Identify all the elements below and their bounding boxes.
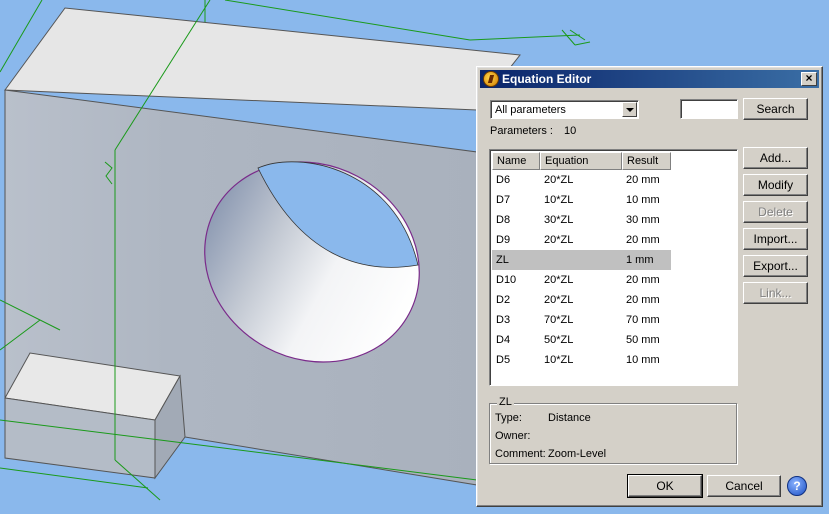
import-button[interactable]: Import... — [743, 228, 808, 250]
delete-button[interactable]: Delete — [743, 201, 808, 223]
add-button[interactable]: Add... — [743, 147, 808, 169]
cell-name: D5 — [496, 354, 511, 366]
cell-equation: 30*ZL — [544, 214, 574, 226]
cell-equation: 20*ZL — [544, 274, 574, 286]
parameters-count: 10 — [564, 125, 577, 137]
cell-name: D10 — [496, 274, 517, 286]
column-header-result[interactable]: Result — [622, 152, 671, 170]
parameters-label: Parameters : — [490, 125, 553, 137]
parameter-filter-dropdown[interactable]: All parameters — [490, 100, 639, 119]
cell-name: D6 — [496, 174, 511, 186]
cell-result: 20 mm — [626, 174, 660, 186]
detail-comment: Comment: Zoom-Level — [495, 448, 606, 460]
cell-result: 70 mm — [626, 314, 660, 326]
app-logo-icon — [483, 71, 499, 87]
parameters-table[interactable]: Name Equation Result D6 20*ZL 20 mm D7 1… — [489, 149, 738, 386]
cell-result: 20 mm — [626, 274, 660, 286]
cell-result: 1 mm — [626, 254, 654, 266]
comment-label: Comment: — [495, 448, 546, 460]
modify-button[interactable]: Modify — [743, 174, 808, 196]
column-header-equation[interactable]: Equation — [540, 152, 622, 170]
cell-result: 20 mm — [626, 234, 660, 246]
cell-result: 10 mm — [626, 194, 660, 206]
cell-result: 30 mm — [626, 214, 660, 226]
cell-result: 20 mm — [626, 294, 660, 306]
chevron-down-icon[interactable] — [622, 102, 637, 117]
cell-equation: 20*ZL — [544, 294, 574, 306]
table-row[interactable]: D7 10*ZL 10 mm — [492, 190, 671, 210]
table-row[interactable]: D10 20*ZL 20 mm — [492, 270, 671, 290]
ok-button[interactable]: OK — [627, 474, 703, 498]
table-body: D6 20*ZL 20 mm D7 10*ZL 10 mm D8 30*ZL 3… — [492, 170, 671, 370]
column-header-name[interactable]: Name — [492, 152, 540, 170]
details-legend: ZL — [497, 396, 514, 408]
search-input[interactable] — [680, 99, 738, 119]
help-icon[interactable]: ? — [787, 476, 807, 496]
table-row-selected[interactable]: ZL 1 mm — [492, 250, 671, 270]
cell-equation: 50*ZL — [544, 334, 574, 346]
equation-editor-dialog: Equation Editor × All parameters Search … — [476, 66, 823, 507]
cell-name: D2 — [496, 294, 511, 306]
export-button[interactable]: Export... — [743, 255, 808, 277]
type-value: Distance — [548, 412, 591, 424]
cell-equation: 20*ZL — [544, 234, 574, 246]
cell-name: ZL — [496, 254, 509, 266]
cell-name: D9 — [496, 234, 511, 246]
cancel-button[interactable]: Cancel — [707, 475, 781, 497]
filter-selected-value: All parameters — [495, 104, 566, 116]
cell-equation: 10*ZL — [544, 354, 574, 366]
table-row[interactable]: D2 20*ZL 20 mm — [492, 290, 671, 310]
parameter-details-group: ZL Type: Distance Owner: Comment: Zoom-Lev… — [489, 396, 737, 464]
type-label: Type: — [495, 412, 522, 424]
link-button[interactable]: Link... — [743, 282, 808, 304]
search-button[interactable]: Search — [743, 98, 808, 120]
detail-type: Type: Distance — [495, 412, 591, 424]
cell-equation: 10*ZL — [544, 194, 574, 206]
close-button[interactable]: × — [801, 72, 817, 86]
table-row[interactable]: D8 30*ZL 30 mm — [492, 210, 671, 230]
table-row[interactable]: D5 10*ZL 10 mm — [492, 350, 671, 370]
cell-result: 50 mm — [626, 334, 660, 346]
dialog-title: Equation Editor — [502, 72, 592, 86]
cell-name: D4 — [496, 334, 511, 346]
table-row[interactable]: D4 50*ZL 50 mm — [492, 330, 671, 350]
table-row[interactable]: D9 20*ZL 20 mm — [492, 230, 671, 250]
table-row[interactable]: D6 20*ZL 20 mm — [492, 170, 671, 190]
cell-equation: 70*ZL — [544, 314, 574, 326]
detail-owner: Owner: — [495, 430, 548, 442]
comment-value: Zoom-Level — [548, 448, 607, 460]
dialog-titlebar[interactable]: Equation Editor × — [480, 70, 819, 88]
table-row[interactable]: D3 70*ZL 70 mm — [492, 310, 671, 330]
cell-name: D3 — [496, 314, 511, 326]
cell-result: 10 mm — [626, 354, 660, 366]
owner-label: Owner: — [495, 430, 531, 442]
cell-name: D7 — [496, 194, 511, 206]
table-header: Name Equation Result — [492, 152, 671, 170]
cell-equation: 20*ZL — [544, 174, 574, 186]
cell-name: D8 — [496, 214, 511, 226]
